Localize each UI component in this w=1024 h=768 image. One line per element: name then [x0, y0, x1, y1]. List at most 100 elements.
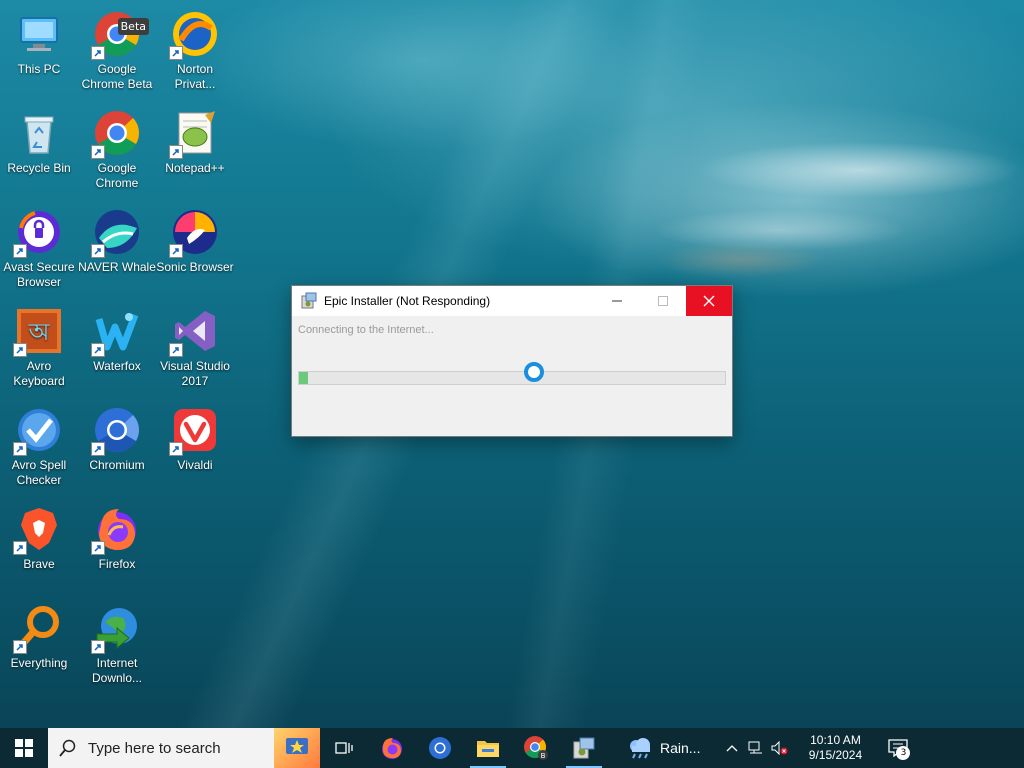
task-view-button[interactable] — [320, 728, 368, 768]
recycle-bin-icon — [15, 109, 63, 157]
search-highlight-icon[interactable] — [274, 728, 320, 768]
desktop-icon-sonic-browser[interactable]: Sonic Browser — [156, 204, 234, 300]
maximize-button[interactable] — [640, 286, 686, 316]
svg-text:অ: অ — [28, 318, 51, 346]
system-tray — [720, 728, 792, 768]
clock-time: 10:10 AM — [810, 733, 861, 747]
weather-text: Rain... — [660, 740, 701, 756]
shortcut-arrow-icon — [91, 442, 105, 456]
desktop-icon-avro-keyboard[interactable]: অ Avro Keyboard — [0, 303, 78, 399]
chrome-beta-icon: B — [524, 736, 548, 760]
desktop-icon-notepad-plus-plus[interactable]: Notepad++ — [156, 105, 234, 201]
file-explorer-icon — [477, 741, 499, 757]
internet-download-manager-icon — [91, 604, 141, 654]
desktop-icon-recycle-bin[interactable]: Recycle Bin — [0, 105, 78, 201]
shortcut-arrow-icon — [91, 640, 105, 654]
desktop-icon-avro-spell-checker[interactable]: Avro Spell Checker — [0, 402, 78, 498]
shortcut-arrow-icon — [169, 145, 183, 159]
shortcut-arrow-icon — [13, 442, 27, 456]
firefox-icon — [382, 738, 402, 759]
shortcut-arrow-icon — [169, 244, 183, 258]
shortcut-arrow-icon — [91, 343, 105, 357]
desktop-icon-vivaldi[interactable]: Vivaldi — [156, 402, 234, 498]
shortcut-arrow-icon — [169, 343, 183, 357]
installer-icon — [301, 292, 317, 309]
shortcut-arrow-icon — [13, 541, 27, 555]
desktop-icon-naver-whale[interactable]: NAVER Whale — [78, 204, 156, 300]
epic-installer-dialog[interactable]: Epic Installer (Not Responding) Connecti… — [291, 285, 733, 437]
shortcut-arrow-icon — [91, 46, 105, 60]
wallpaper-wave — [560, 110, 1024, 310]
desktop-icon-visual-studio[interactable]: Visual Studio 2017 — [156, 303, 234, 399]
weather-widget[interactable]: Rain... — [626, 736, 700, 760]
desktop-icon-internet-download-manager[interactable]: Internet Downlo... — [78, 600, 156, 696]
chrome-icon — [91, 109, 141, 159]
desktop-icon-norton-private-browser[interactable]: Norton Privat... — [156, 6, 234, 102]
progress-fill — [299, 372, 308, 384]
desktop-icon-chrome-beta[interactable]: Beta Google Chrome Beta — [78, 6, 156, 102]
task-view-icon — [335, 742, 353, 754]
close-button[interactable] — [686, 286, 732, 316]
dialog-body: Connecting to the Internet... — [292, 316, 732, 436]
taskbar-search-box[interactable]: Type here to search — [48, 728, 320, 768]
taskbar-file-explorer[interactable] — [464, 728, 512, 768]
avro-spell-checker-icon — [13, 406, 63, 456]
taskbar-epic-installer[interactable] — [560, 728, 608, 768]
desktop-icon-this-pc[interactable]: This PC — [0, 6, 78, 102]
maximize-icon — [658, 296, 668, 306]
avro-keyboard-icon: অ — [13, 307, 63, 357]
desktop-icon-avast-secure-browser[interactable]: Avast Secure Browser — [0, 204, 78, 300]
minimize-icon — [612, 300, 622, 302]
shortcut-arrow-icon — [91, 541, 105, 555]
start-button[interactable] — [0, 728, 48, 768]
chevron-up-icon — [727, 745, 738, 752]
search-placeholder: Type here to search — [88, 739, 221, 757]
shortcut-arrow-icon — [91, 244, 105, 258]
notification-count-badge: 3 — [896, 746, 911, 760]
visual-studio-icon — [169, 307, 219, 357]
naver-whale-icon — [91, 208, 141, 258]
network-icon — [748, 741, 763, 754]
chrome-beta-icon: Beta — [91, 10, 149, 60]
minimize-button[interactable] — [594, 286, 640, 316]
show-hidden-icons-button[interactable] — [720, 728, 744, 768]
everything-search-icon — [13, 604, 63, 654]
this-pc-icon — [15, 10, 63, 58]
brave-icon — [13, 505, 63, 555]
notepad-plus-plus-icon — [169, 109, 219, 159]
action-center-button[interactable]: 3 — [878, 728, 918, 768]
shortcut-arrow-icon — [169, 46, 183, 60]
waterfox-icon — [91, 307, 141, 357]
firefox-icon — [91, 505, 141, 555]
clock[interactable]: 10:10 AM 9/15/2024 — [800, 733, 870, 763]
avast-secure-browser-icon — [13, 208, 63, 258]
taskbar-chromium[interactable] — [416, 728, 464, 768]
search-icon — [48, 739, 88, 757]
desktop-icon-chromium[interactable]: Chromium — [78, 402, 156, 498]
status-text: Connecting to the Internet... — [298, 324, 434, 336]
rain-cloud-icon — [630, 738, 650, 759]
progress-bar — [298, 371, 726, 385]
desktop-icon-google-chrome[interactable]: Google Chrome — [78, 105, 156, 201]
volume-button[interactable] — [768, 728, 792, 768]
shortcut-arrow-icon — [13, 343, 27, 357]
chromium-icon — [91, 406, 141, 456]
desktop-icon-brave[interactable]: Brave — [0, 501, 78, 597]
close-icon — [703, 295, 715, 307]
dialog-titlebar[interactable]: Epic Installer (Not Responding) — [292, 286, 732, 316]
busy-spinner-icon — [524, 362, 544, 382]
dialog-title: Epic Installer (Not Responding) — [324, 294, 491, 308]
chromium-icon — [429, 737, 451, 759]
desktop-icon-waterfox[interactable]: Waterfox — [78, 303, 156, 399]
desktop-icon-everything[interactable]: Everything — [0, 600, 78, 696]
network-button[interactable] — [744, 728, 768, 768]
shortcut-arrow-icon — [91, 145, 105, 159]
shortcut-arrow-icon — [13, 640, 27, 654]
taskbar-firefox[interactable] — [368, 728, 416, 768]
beta-badge: Beta — [117, 18, 149, 35]
installer-icon — [573, 737, 595, 759]
clock-date: 9/15/2024 — [808, 748, 863, 762]
volume-muted-icon — [771, 741, 788, 755]
taskbar-chrome-beta[interactable]: B — [512, 728, 560, 768]
desktop-icon-firefox[interactable]: Firefox — [78, 501, 156, 597]
